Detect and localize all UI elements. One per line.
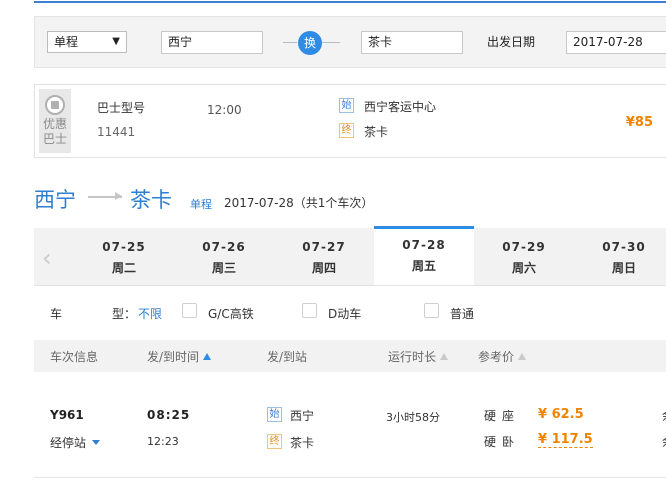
seat-name: 硬卧: [484, 435, 521, 449]
route-to-city: 茶卡: [130, 188, 172, 212]
date-tab-weekday: 周二: [111, 261, 136, 275]
d-option-label[interactable]: D动车: [328, 305, 361, 322]
route-from-city: 西宁: [34, 188, 76, 212]
trip-type-value: 单程: [54, 35, 79, 49]
bus-model-number: 11441: [97, 125, 136, 139]
stops-label: 经停站: [50, 436, 87, 450]
date-tab[interactable]: 07-30 周日: [574, 228, 666, 286]
seat-name: 硬座: [484, 409, 521, 423]
arrive-station: 茶卡: [290, 436, 315, 450]
bus-end-tag-icon: 终: [339, 123, 354, 138]
header-ref-price-label: 参考价: [478, 350, 515, 364]
header-duration-label: 运行时长: [388, 350, 437, 364]
date-tab-weekday: 周三: [211, 261, 236, 275]
filter-label-b: 型：: [112, 307, 137, 321]
swap-line-right: [322, 42, 340, 43]
date-tab-date: 07-28: [402, 238, 446, 252]
from-city-input[interactable]: 西宁: [161, 31, 263, 54]
train-type-filter: 车 型： 不限 G/C高铁 D动车 普通: [34, 296, 666, 330]
bus-model-label: 巴士型号: [97, 101, 146, 115]
route-arrow-icon: [88, 192, 122, 200]
bus-end-station: 茶卡: [364, 125, 389, 139]
date-tab-weekday: 周四: [311, 261, 336, 275]
caret-down-icon: [92, 440, 101, 445]
header-dep-arr-time-label: 发/到时间: [147, 350, 200, 364]
date-tab-weekday: 周日: [611, 261, 636, 275]
date-label: 出发日期: [487, 35, 536, 49]
route-summary: 2017-07-28（共1个车次）: [224, 196, 374, 210]
bus-start-station: 西宁客运中心: [364, 100, 437, 114]
end-tag-icon: 终: [267, 434, 282, 449]
filter-label-a: 车: [50, 307, 63, 321]
depart-time: 08:25: [147, 408, 191, 422]
bus-price: ¥85: [625, 115, 653, 130]
gc-option-label[interactable]: G/C高铁: [208, 305, 254, 322]
normal-checkbox[interactable]: [424, 303, 439, 318]
date-tabs: ‹ 07-25 周二 07-26 周三 07-27 周四 07-28 周五 07…: [34, 226, 666, 286]
bus-icon: [45, 95, 65, 115]
seat-price: ¥ 62.5: [538, 407, 584, 422]
top-accent-bar: [34, 0, 666, 3]
d-checkbox[interactable]: [302, 303, 317, 318]
date-tab-weekday: 周五: [411, 259, 436, 273]
sort-icon: [518, 353, 527, 360]
date-tab[interactable]: 07-29 周六: [474, 228, 574, 286]
trip-type-select[interactable]: 单程 ▼: [47, 31, 127, 53]
badge-line-1: 优惠: [42, 117, 67, 131]
filter-option-all[interactable]: 不限: [138, 305, 162, 322]
table-row: Y961 经停站 08:25 12:23 始 西宁 终 茶卡 3小时58分 硬座…: [34, 372, 666, 478]
date-tab-date: 07-26: [202, 240, 246, 254]
to-city-input[interactable]: 茶卡: [361, 31, 463, 54]
date-tab-date: 07-25: [102, 240, 146, 254]
header-dep-arr-station: 发/到站: [267, 350, 308, 364]
seat-remaining-clipped: 余: [662, 433, 666, 450]
duration: 3小时58分: [386, 411, 440, 424]
header-ref-price[interactable]: 参考价: [478, 348, 527, 365]
date-tab-active[interactable]: 07-28 周五: [374, 226, 474, 285]
date-tab[interactable]: 07-27 周四: [274, 228, 374, 286]
train-number: Y961: [50, 408, 84, 422]
swap-line-left: [283, 42, 297, 43]
swap-cities-button[interactable]: 换: [298, 31, 322, 55]
date-tab[interactable]: 07-26 周三: [174, 228, 274, 286]
seat-remaining-clipped: 余: [662, 407, 666, 424]
date-tab-date: 07-30: [602, 240, 646, 254]
date-tab[interactable]: 07-25 周二: [74, 228, 174, 286]
route-trip-type: 单程: [190, 198, 212, 211]
gc-checkbox[interactable]: [182, 303, 197, 318]
badge-line-2: 巴士: [42, 132, 67, 146]
bus-depart-time: 12:00: [207, 103, 242, 117]
depart-station: 西宁: [290, 409, 315, 423]
normal-option-label[interactable]: 普通: [450, 305, 474, 322]
stops-toggle[interactable]: 经停站: [50, 434, 101, 451]
dropdown-arrow-icon: ▼: [112, 36, 120, 47]
results-table-header: 车次信息 发/到时间 发/到站 运行时长 参考价: [34, 340, 666, 372]
date-tab-date: 07-29: [502, 240, 546, 254]
bus-start-tag-icon: 始: [339, 98, 354, 113]
date-tab-date: 07-27: [302, 240, 346, 254]
bus-option-card[interactable]: 优惠 巴士 巴士型号 11441 12:00 始 西宁客运中心 终 茶卡 ¥85: [34, 84, 666, 158]
header-duration[interactable]: 运行时长: [388, 348, 449, 365]
discount-bus-badge: 优惠 巴士: [39, 89, 71, 153]
sort-icon: [440, 353, 449, 360]
search-panel: 单程 ▼ 西宁 换 茶卡 出发日期 2017-07-28: [34, 16, 666, 68]
header-train-info: 车次信息: [50, 350, 99, 364]
seat-price[interactable]: ¥ 117.5: [538, 432, 593, 448]
sort-asc-icon: [203, 353, 212, 360]
header-dep-arr-time[interactable]: 发/到时间: [147, 348, 212, 365]
start-tag-icon: 始: [267, 407, 282, 422]
departure-date-input[interactable]: 2017-07-28: [566, 31, 666, 54]
arrive-time: 12:23: [147, 435, 179, 448]
date-tab-weekday: 周六: [511, 261, 536, 275]
prev-dates-chevron-icon[interactable]: ‹: [42, 244, 52, 272]
